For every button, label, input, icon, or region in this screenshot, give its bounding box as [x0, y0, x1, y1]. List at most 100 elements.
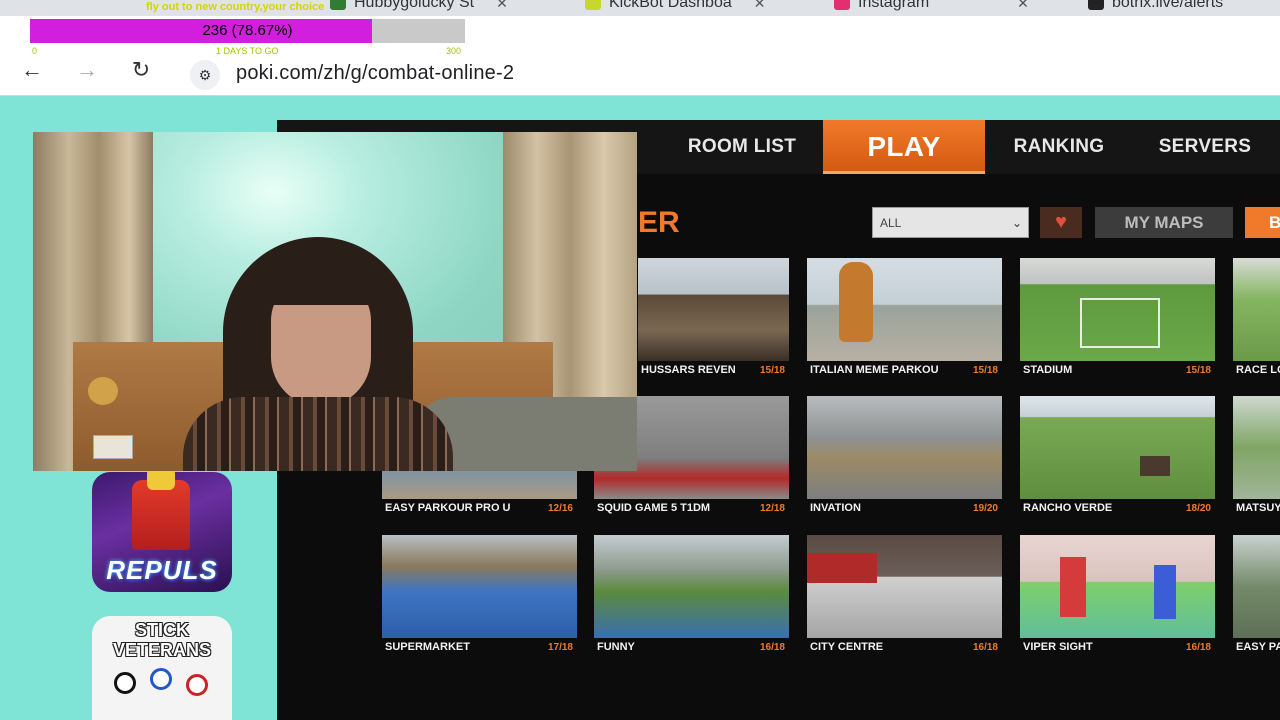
filter-value: ALL [880, 216, 902, 230]
map-thumbnail [1233, 396, 1280, 499]
tab-label: botrix.live/alerts [1112, 0, 1224, 11]
game-title: STICK VETERANS [112, 620, 211, 660]
map-name: ITALIAN MEME PARKOU [810, 364, 939, 376]
robot-icon [132, 480, 190, 550]
map-players: 15/18 [759, 365, 785, 376]
map-thumbnail [1233, 535, 1280, 638]
webcam-overlay [33, 132, 637, 471]
map-card[interactable]: VIPER SIGHT 16/18 [1020, 535, 1215, 657]
map-players: 18/20 [1185, 503, 1211, 514]
map-thumbnail [1020, 258, 1215, 361]
map-filter-select[interactable]: ALL ⌄ [872, 207, 1029, 238]
map-thumbnail [1233, 258, 1280, 361]
tab-ranking[interactable]: RANKING [990, 120, 1128, 174]
chevron-down-icon: ⌄ [1011, 216, 1022, 230]
map-card[interactable]: FUNNY 16/18 [594, 535, 789, 657]
site-info-icon[interactable]: ⚙ [190, 60, 220, 90]
map-thumbnail [807, 535, 1002, 638]
map-thumbnail [638, 258, 789, 361]
map-players: 19/20 [972, 503, 998, 514]
map-thumbnail [807, 396, 1002, 499]
map-players: 16/18 [1185, 642, 1211, 653]
streamer [163, 237, 463, 471]
map-name: SQUID GAME 5 T1DM [597, 502, 711, 514]
favicon-icon [585, 0, 601, 10]
tab-servers[interactable]: SERVERS [1140, 120, 1270, 174]
game-thumb-stick-veterans[interactable]: STICK VETERANS [92, 616, 232, 720]
map-name: EASY PA [1236, 641, 1280, 653]
tab-label: KickBot Dashboa [609, 0, 732, 11]
map-players: 12/16 [547, 503, 573, 514]
map-players: 16/18 [972, 642, 998, 653]
favicon-icon [1088, 0, 1104, 10]
map-card[interactable]: ITALIAN MEME PARKOU 15/18 [807, 258, 1002, 380]
progress-min: 0 [32, 46, 38, 56]
close-icon[interactable]: ✕ [1017, 0, 1029, 12]
map-name: HUSSARS REVEN [641, 364, 736, 376]
stick-figure-icon [186, 674, 208, 696]
map-card[interactable]: STADIUM 15/18 [1020, 258, 1215, 380]
map-thumbnail [1020, 535, 1215, 638]
map-thumbnail [382, 535, 577, 638]
my-maps-button[interactable]: MY MAPS [1095, 207, 1233, 238]
progress-max: 300 [446, 46, 462, 56]
tab-instagram[interactable]: Instagram ✕ [834, 0, 1029, 14]
map-name: RANCHO VERDE [1023, 502, 1113, 514]
map-name: CITY CENTRE [810, 641, 884, 653]
tab-botrix[interactable]: botrix.live/alerts [1088, 0, 1223, 14]
map-players: 17/18 [547, 642, 573, 653]
section-title: ER [638, 206, 680, 239]
map-name: SUPERMARKET [385, 641, 470, 653]
map-card[interactable]: RANCHO VERDE 18/20 [1020, 396, 1215, 518]
map-name: RACE LO [1236, 364, 1280, 376]
game-thumb-repuls[interactable]: REPULS [92, 472, 232, 592]
map-card[interactable]: MATSUY [1233, 396, 1280, 518]
map-card[interactable]: HUSSARS REVEN 15/18 [638, 258, 789, 380]
map-card[interactable]: INVATION 19/20 [807, 396, 1002, 518]
more-button[interactable]: B [1245, 207, 1280, 238]
map-thumbnail [594, 535, 789, 638]
tab-label: Hubbygolucky St [354, 0, 475, 11]
map-name: EASY PARKOUR PRO U [385, 502, 511, 514]
map-name: MATSUY [1236, 502, 1280, 514]
stick-figure-icon [150, 668, 172, 690]
map-card[interactable]: EASY PA [1233, 535, 1280, 657]
goal-progress-bar: 236 (78.67%) [30, 19, 465, 43]
progress-text: 236 (78.67%) [202, 22, 293, 39]
map-thumbnail [1020, 396, 1215, 499]
map-players: 16/18 [759, 642, 785, 653]
map-players: 15/18 [972, 365, 998, 376]
stick-figure-icon [114, 672, 136, 694]
tab-hubbygolucky[interactable]: Hubbygolucky St ✕ [330, 0, 508, 14]
forward-icon[interactable]: → [75, 57, 99, 82]
game-title: REPULS [106, 555, 218, 585]
map-card[interactable]: RACE LO [1233, 258, 1280, 380]
instagram-icon [834, 0, 850, 10]
close-icon[interactable]: ✕ [496, 0, 508, 12]
close-icon[interactable]: ✕ [754, 0, 766, 12]
map-card[interactable]: SUPERMARKET 17/18 [382, 535, 577, 657]
map-card[interactable]: CITY CENTRE 16/18 [807, 535, 1002, 657]
map-name: STADIUM [1023, 364, 1073, 376]
robot-head-icon [147, 472, 175, 490]
outlet-icon [93, 435, 133, 459]
tab-play[interactable]: PLAY [823, 120, 985, 174]
heart-icon: ♥ [1055, 211, 1067, 233]
map-players: 12/18 [759, 503, 785, 514]
url-field[interactable]: poki.com/zh/g/combat-online-2 [236, 62, 514, 85]
map-name: INVATION [810, 502, 861, 514]
tab-room-list[interactable]: ROOM LIST [662, 120, 822, 174]
favorites-button[interactable]: ♥ [1040, 207, 1082, 238]
reload-icon[interactable]: ↻ [129, 57, 153, 82]
progress-note: fly out to new country,your choice [146, 1, 325, 13]
map-thumbnail [807, 258, 1002, 361]
tab-kickbot[interactable]: KickBot Dashboa ✕ [585, 0, 765, 14]
map-players: 15/18 [1185, 365, 1211, 376]
favicon-icon [330, 0, 346, 10]
tab-label: Instagram [858, 0, 930, 11]
back-icon[interactable]: ← [20, 57, 44, 82]
progress-days: 1 DAYS TO GO [216, 46, 279, 56]
lamp-icon [88, 377, 118, 405]
map-name: VIPER SIGHT [1023, 641, 1093, 653]
map-name: FUNNY [597, 641, 635, 653]
